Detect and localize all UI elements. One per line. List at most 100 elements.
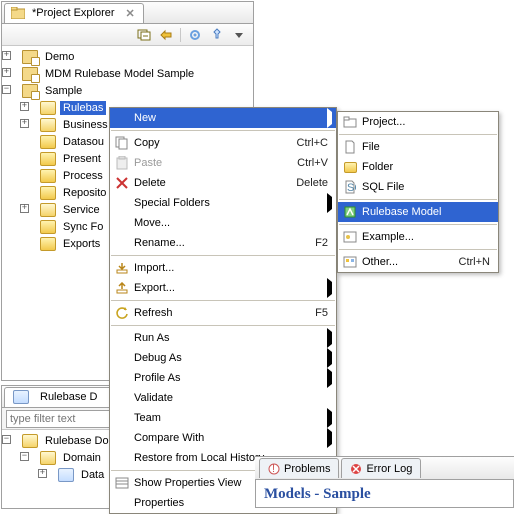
menu-label: Rulebase Model [362,206,498,218]
menu-label: Profile As [134,372,336,384]
menu-debugas[interactable]: Debug As [110,348,336,368]
menu-label: Refresh [134,307,280,319]
tab-label: Error Log [366,463,412,475]
menu-label: Paste [134,157,280,169]
menu-label: Move... [134,217,336,229]
data-icon [58,468,74,482]
new-submenu: Project... File Folder SQL SQL File Ruleb… [337,111,499,273]
folder-icon [40,118,56,132]
menu-separator [339,249,497,250]
tab-problems[interactable]: ! Problems [259,458,339,478]
project-icon [338,116,362,128]
menu-label: Compare With [134,432,336,444]
menu-export[interactable]: Export... [110,278,336,298]
tab-errorlog[interactable]: Error Log [341,458,421,478]
submenu-other[interactable]: Other...Ctrl+N [338,252,498,272]
explorer-tab[interactable]: *Project Explorer ✕ [4,3,144,23]
submenu-example[interactable]: Example... [338,227,498,247]
submenu-arrow-icon [327,352,332,364]
paste-icon [110,156,134,170]
menu-shortcut: F2 [280,237,336,249]
file-icon [338,140,362,154]
menu-separator [111,130,335,131]
context-menu: New CopyCtrl+C PasteCtrl+V DeleteDelete … [109,107,337,514]
submenu-arrow-icon [327,282,332,294]
menu-shortcut: Ctrl+V [280,157,336,169]
menu-separator [339,224,497,225]
menu-shortcut: Ctrl+C [280,137,336,149]
tree-node-mdm[interactable]: +MDM Rulebase Model Sample [2,65,253,82]
menu-delete[interactable]: DeleteDelete [110,173,336,193]
menu-label: New [134,112,336,124]
import-icon [110,262,134,274]
menu-paste: PasteCtrl+V [110,153,336,173]
separator [180,28,181,42]
refresh-icon [110,306,134,320]
node-label: Sample [42,84,85,98]
rulebase-icon [13,390,29,404]
menu-rename[interactable]: Rename...F2 [110,233,336,253]
menu-label: Team [134,412,336,424]
node-label: Exports [60,237,103,251]
submenu-project[interactable]: Project... [338,112,498,132]
svg-text:SQL: SQL [347,182,356,194]
node-label: Domain [60,451,104,465]
explorer-tab-label: *Project Explorer [29,6,118,20]
other-icon [338,256,362,268]
submenu-rulebasemodel[interactable]: Rulebase Model [338,202,498,222]
menu-team[interactable]: Team [110,408,336,428]
node-label: Process [60,169,106,183]
node-label: Datasou [60,135,107,149]
menu-comparewith[interactable]: Compare With [110,428,336,448]
submenu-arrow-icon [327,197,332,209]
menu-dropdown-icon[interactable] [231,27,247,43]
menu-separator [339,199,497,200]
pin-icon[interactable] [209,27,225,43]
editor-header: Models - Sample [255,480,514,508]
menu-specialfolders[interactable]: Special Folders [110,193,336,213]
close-icon[interactable]: ✕ [126,7,135,20]
editor-title: Models - Sample [264,486,371,502]
nav-icon [11,7,25,19]
node-label: MDM Rulebase Model Sample [42,67,197,81]
menu-validate[interactable]: Validate [110,388,336,408]
tree-node-demo[interactable]: +Demo [2,48,253,65]
menu-new[interactable]: New [110,108,336,128]
menu-import[interactable]: Import... [110,258,336,278]
folder-icon [40,135,56,149]
menu-label: Validate [134,392,336,404]
submenu-arrow-icon [327,372,332,384]
tree-node-sample[interactable]: −Sample [2,82,253,99]
node-label: Present [60,152,104,166]
menu-label: SQL File [362,181,498,193]
menu-refresh[interactable]: RefreshF5 [110,303,336,323]
export-icon [110,282,134,294]
submenu-file[interactable]: File [338,137,498,157]
example-icon [338,231,362,243]
menu-label: Example... [362,231,498,243]
properties-icon [110,477,134,489]
menu-runas[interactable]: Run As [110,328,336,348]
folder-icon [40,186,56,200]
folder-icon [22,434,38,448]
project-icon [22,50,38,64]
submenu-sqlfile[interactable]: SQL SQL File [338,177,498,197]
errorlog-icon [350,463,362,475]
menu-label: Special Folders [134,197,336,209]
collapse-all-icon[interactable] [136,27,152,43]
menu-label: File [362,141,498,153]
menu-shortcut: Ctrl+N [442,256,498,268]
focus-icon[interactable] [187,27,203,43]
submenu-arrow-icon [327,412,332,424]
folder-icon [40,237,56,251]
tab-label: Problems [284,463,330,475]
menu-copy[interactable]: CopyCtrl+C [110,133,336,153]
menu-profileas[interactable]: Profile As [110,368,336,388]
submenu-folder[interactable]: Folder [338,157,498,177]
menu-move[interactable]: Move... [110,213,336,233]
menu-label: Debug As [134,352,336,364]
link-editor-icon[interactable] [158,27,174,43]
submenu-arrow-icon [327,112,332,124]
folder-icon [338,162,362,173]
explorer-toolbar [2,24,253,46]
